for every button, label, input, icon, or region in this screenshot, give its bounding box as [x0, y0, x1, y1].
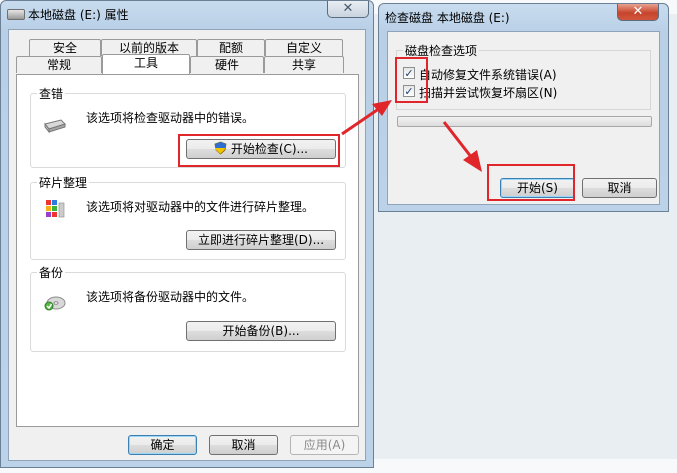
highlight-start-check	[178, 134, 340, 167]
close-icon: ✕	[632, 4, 644, 19]
tab-sharing[interactable]: 共享	[264, 56, 344, 73]
tab-security[interactable]: 安全	[29, 39, 101, 56]
defrag-label: 碎片整理	[37, 174, 90, 191]
close-icon: ✕	[342, 1, 354, 16]
defrag-group: 碎片整理 该选项将对驱动器中的文件进行碎片整理。 立即进行碎片整理(D)...	[30, 174, 346, 260]
backup-description: 该选项将备份驱动器中的文件。	[86, 290, 255, 304]
auto-fix-label: 自动修复文件系统错误(A)	[419, 68, 557, 82]
arrow-to-start	[442, 121, 482, 172]
cancel-button[interactable]: 取消	[209, 435, 278, 455]
properties-window: 本地磁盘 (E:) 属性 ✕ 安全 以前的版本 配额 自定义 常规 工具 硬件 …	[0, 0, 374, 468]
check-disk-close-button[interactable]: ✕	[617, 4, 659, 21]
check-disk-titlebar[interactable]: 检查磁盘 本地磁盘 (E:) ✕	[379, 4, 668, 30]
backup-group: 备份 该选项将备份驱动器中的文件。 开始备份(B)...	[30, 264, 346, 352]
tab-quota[interactable]: 配额	[197, 39, 265, 56]
defrag-icon	[46, 200, 65, 218]
error-check-description: 该选项将检查驱动器中的错误。	[86, 111, 255, 125]
dialog-cancel-button[interactable]: 取消	[582, 178, 657, 198]
apply-button[interactable]: 应用(A)	[290, 435, 359, 455]
scan-recover-label: 扫描并尝试恢复坏扇区(N)	[419, 86, 558, 100]
drive-icon	[44, 119, 66, 134]
tab-hardware[interactable]: 硬件	[190, 56, 264, 73]
backup-icon	[44, 296, 66, 311]
tab-customize[interactable]: 自定义	[265, 39, 343, 56]
properties-title: 本地磁盘 (E:) 属性	[28, 8, 129, 22]
properties-client: 安全 以前的版本 配额 自定义 常规 工具 硬件 共享 查错 该选项将检查驱动器…	[8, 29, 366, 461]
tab-tools[interactable]: 工具	[102, 54, 190, 74]
start-backup-button[interactable]: 开始备份(B)...	[186, 321, 336, 341]
tools-tab-page: 查错 该选项将检查驱动器中的错误。 开始检查(C)... 碎片整理 该选项将对驱…	[16, 74, 359, 427]
properties-titlebar[interactable]: 本地磁盘 (E:) 属性 ✕	[1, 1, 373, 27]
check-disk-title: 检查磁盘 本地磁盘 (E:)	[385, 11, 510, 25]
close-button[interactable]: ✕	[327, 1, 369, 18]
arrow-to-dialog	[341, 100, 392, 136]
defrag-now-button[interactable]: 立即进行碎片整理(D)...	[186, 230, 336, 250]
backup-label: 备份	[37, 264, 66, 281]
tab-general[interactable]: 常规	[16, 56, 102, 73]
error-check-label: 查错	[37, 85, 66, 102]
highlight-start-button	[487, 164, 575, 201]
defrag-description: 该选项将对驱动器中的文件进行碎片整理。	[86, 200, 315, 214]
drive-icon	[7, 9, 25, 20]
ok-button[interactable]: 确定	[128, 435, 197, 455]
